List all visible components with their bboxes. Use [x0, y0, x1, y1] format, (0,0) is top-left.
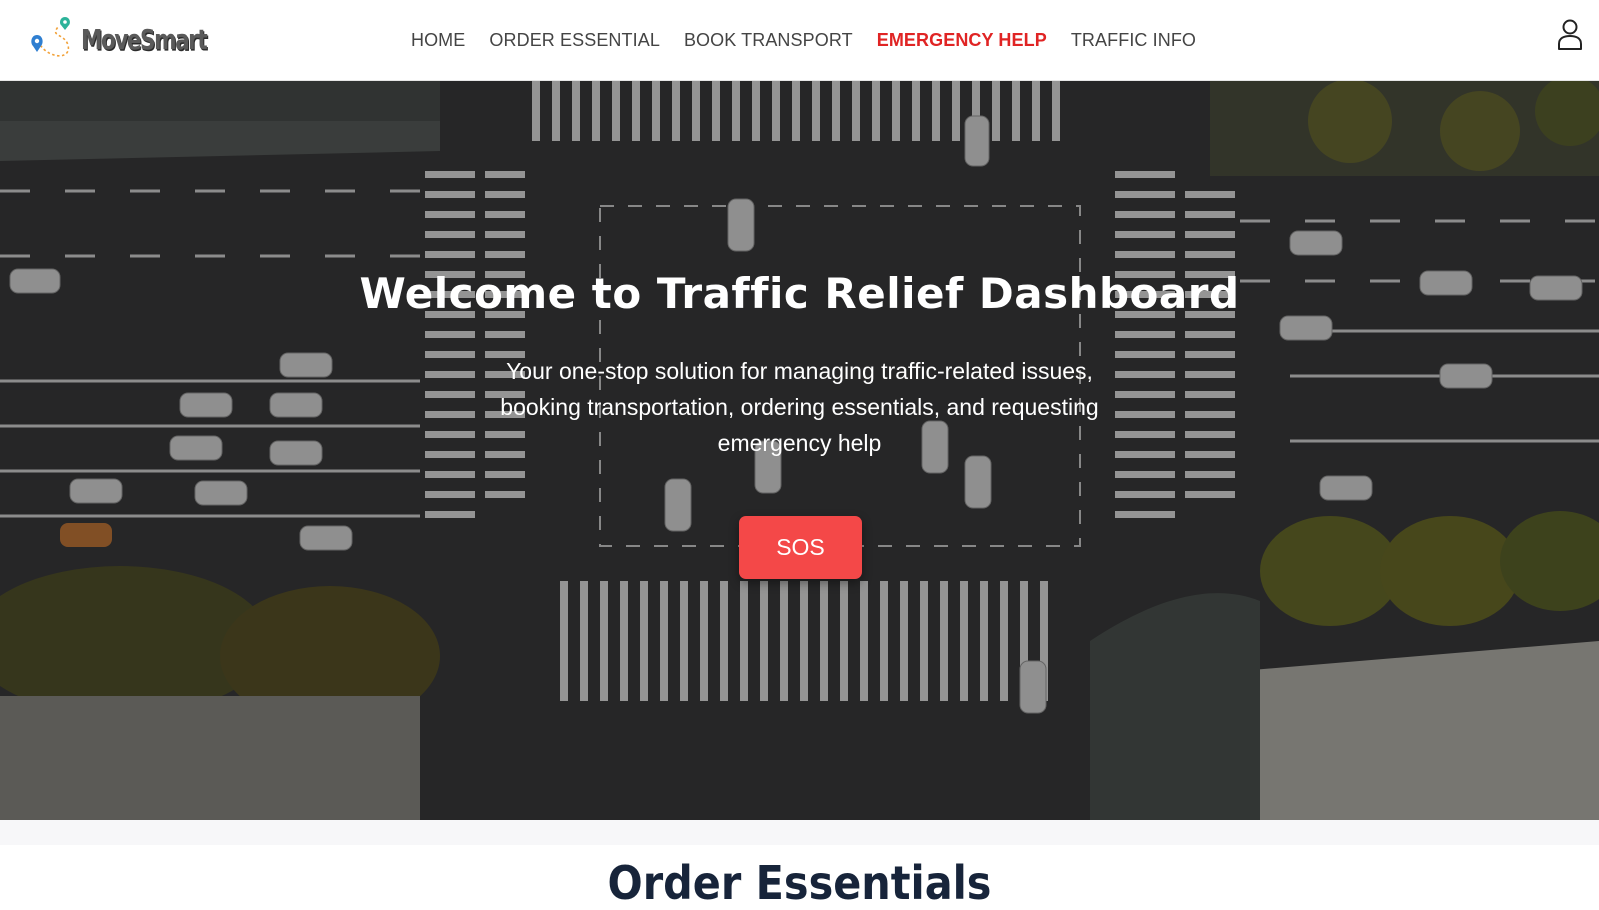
nav-order-essential[interactable]: ORDER ESSENTIAL — [477, 30, 672, 51]
nav-home[interactable]: HOME — [399, 30, 477, 51]
hero-subtitle: Your one-stop solution for managing traf… — [500, 358, 1099, 456]
nav-book-transport[interactable]: BOOK TRANSPORT — [672, 30, 865, 51]
user-icon[interactable] — [1555, 18, 1585, 52]
hero-title: Welcome to Traffic Relief Dashboard — [359, 269, 1240, 318]
sos-button[interactable]: SOS — [739, 516, 862, 579]
order-essentials-section: Order Essentials — [0, 820, 1599, 910]
nav-traffic-info[interactable]: TRAFFIC INFO — [1059, 30, 1208, 51]
top-navbar: MoveSmart HOME ORDER ESSENTIAL BOOK TRAN… — [0, 0, 1599, 81]
hero-section: Welcome to Traffic Relief Dashboard Your… — [0, 81, 1599, 820]
hero-subtitle-wrap: Your one-stop solution for managing traf… — [0, 353, 1599, 461]
nav-emergency-help[interactable]: EMERGENCY HELP — [865, 30, 1059, 51]
main-nav: HOME ORDER ESSENTIAL BOOK TRANSPORT EMER… — [0, 0, 1599, 81]
order-essentials-title: Order Essentials — [607, 856, 992, 910]
section-divider-band — [0, 820, 1599, 845]
